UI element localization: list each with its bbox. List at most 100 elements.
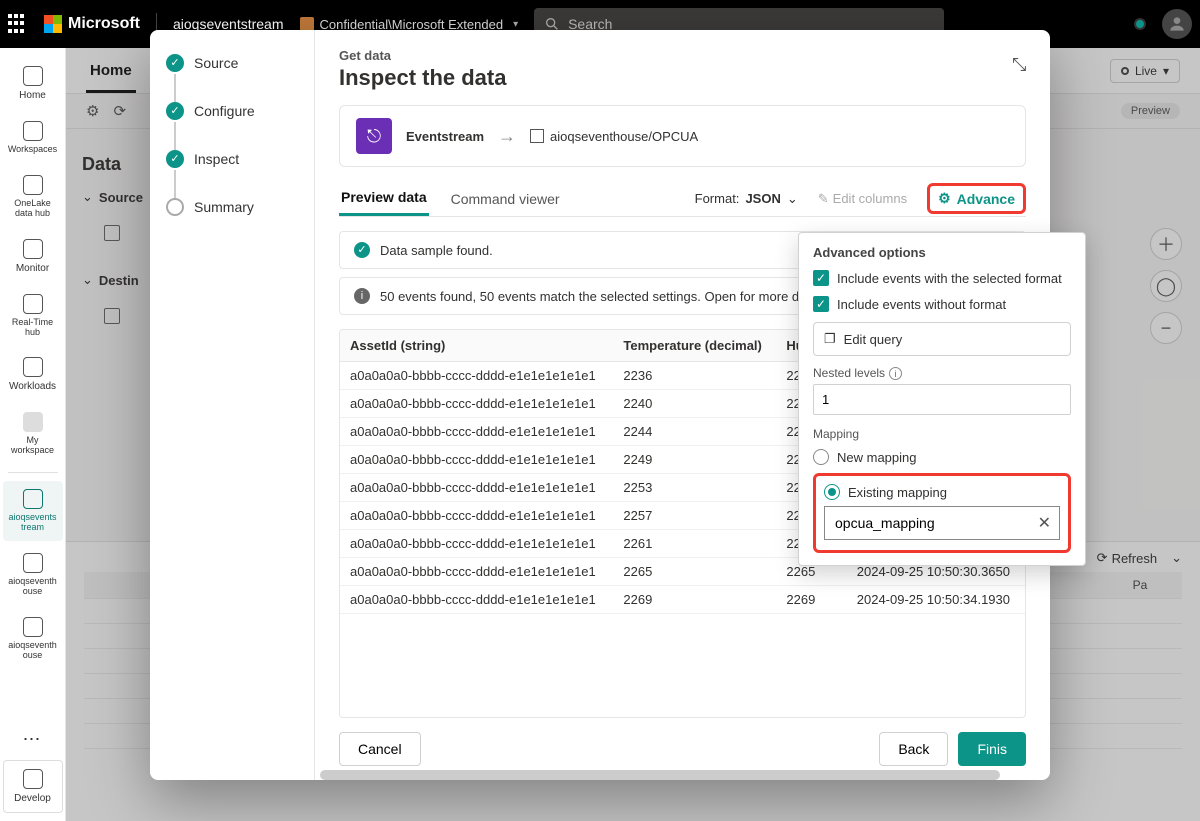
col-asset[interactable]: AssetId (string)	[340, 330, 613, 362]
left-nav: Home Workspaces OneLake data hub Monitor…	[0, 48, 66, 821]
modal-overtitle: Get data	[339, 48, 1026, 63]
nav-eventhouse-1[interactable]: aioqseventh ouse	[3, 545, 63, 605]
nav-develop[interactable]: Develop	[3, 760, 63, 813]
col-temp[interactable]: Temperature (decimal)	[613, 330, 776, 362]
step-summary[interactable]: Summary	[166, 198, 298, 216]
nav-monitor[interactable]: Monitor	[3, 231, 63, 282]
info-icon: i	[354, 288, 370, 304]
cell-hum: 2269	[776, 586, 846, 614]
check-icon	[166, 102, 184, 120]
cell-temp: 2240	[613, 390, 776, 418]
info-icon[interactable]: i	[889, 367, 902, 380]
cell-temp: 2269	[613, 586, 776, 614]
checkbox-checked-icon: ✓	[813, 270, 829, 286]
workloads-icon	[23, 357, 43, 377]
nested-levels-label: Nested levels i	[813, 366, 1071, 380]
opt-include-noformat[interactable]: ✓ Include events without format	[813, 296, 1071, 312]
brand: Microsoft	[44, 15, 140, 33]
existing-mapping-group: Existing mapping ✕	[813, 473, 1071, 553]
nav-home[interactable]: Home	[3, 58, 63, 109]
workspaces-icon	[23, 121, 43, 141]
presence-indicator	[1134, 18, 1146, 30]
cell-temp: 2236	[613, 362, 776, 390]
chevron-down-icon: ⌄	[787, 191, 798, 207]
tab-command-viewer[interactable]: Command viewer	[449, 183, 562, 215]
nav-myworkspace[interactable]: My workspace	[3, 404, 63, 464]
step-inspect[interactable]: Inspect	[166, 150, 298, 168]
edit-query-button[interactable]: ❐ Edit query	[813, 322, 1071, 356]
edit-columns-button: ✎ Edit columns	[818, 191, 907, 207]
source-name: Eventstream	[406, 129, 484, 144]
eventhouse-icon	[23, 553, 43, 573]
wrench-icon	[23, 769, 43, 789]
eventstream-icon	[23, 489, 43, 509]
db-icon	[23, 617, 43, 637]
back-button[interactable]: Back	[879, 732, 948, 766]
nav-more[interactable]: ⋯	[17, 723, 49, 756]
cell-temp: 2265	[613, 558, 776, 586]
shield-icon	[300, 17, 314, 31]
popover-title: Advanced options	[813, 245, 1071, 260]
app-launcher-icon[interactable]	[8, 14, 28, 34]
success-icon: ✓	[354, 242, 370, 258]
tab-preview-data[interactable]: Preview data	[339, 181, 429, 216]
radio-new-mapping[interactable]: New mapping	[813, 449, 1071, 465]
mapping-label: Mapping	[813, 427, 1071, 441]
cell-ts: 2024-09-25 10:50:34.1930	[847, 586, 1025, 614]
nav-item-active[interactable]: aioqsevents tream	[3, 481, 63, 541]
cell-asset: a0a0a0a0-bbbb-cccc-dddd-e1e1e1e1e1e1	[340, 390, 613, 418]
pencil-icon: ✎	[818, 191, 829, 207]
step-configure[interactable]: Configure	[166, 102, 298, 120]
nav-eventhouse-2[interactable]: aioqseventh ouse	[3, 609, 63, 669]
person-icon	[23, 412, 43, 432]
home-icon	[23, 66, 43, 86]
table-row[interactable]: a0a0a0a0-bbbb-cccc-dddd-e1e1e1e1e1e12269…	[340, 586, 1025, 614]
check-icon	[166, 150, 184, 168]
checkbox-checked-icon: ✓	[813, 296, 829, 312]
sample-found-text: Data sample found.	[380, 243, 493, 258]
cell-asset: a0a0a0a0-bbbb-cccc-dddd-e1e1e1e1e1e1	[340, 418, 613, 446]
mapping-name-input-wrapper: ✕	[824, 506, 1060, 540]
circle-icon	[166, 198, 184, 216]
table-icon	[530, 129, 544, 143]
onelake-icon	[23, 175, 43, 195]
nav-onelake[interactable]: OneLake data hub	[3, 167, 63, 227]
format-value: JSON	[745, 191, 780, 206]
dest-name: aioqseventhouse/OPCUA	[550, 129, 698, 144]
cell-temp: 2261	[613, 530, 776, 558]
format-selector[interactable]: Format: JSON ⌄	[695, 191, 798, 207]
cell-temp: 2244	[613, 418, 776, 446]
modal-title: Inspect the data	[339, 65, 1026, 91]
advanced-button[interactable]: ⚙ Advance	[927, 183, 1026, 214]
step-source[interactable]: Source	[166, 54, 298, 72]
opt-include-selected[interactable]: ✓ Include events with the selected forma…	[813, 270, 1071, 286]
cell-asset: a0a0a0a0-bbbb-cccc-dddd-e1e1e1e1e1e1	[340, 362, 613, 390]
arrow-right-icon: →	[498, 126, 516, 147]
code-icon: ❐	[824, 331, 836, 347]
nav-workloads[interactable]: Workloads	[3, 349, 63, 400]
finish-button[interactable]: Finis	[958, 732, 1026, 766]
eventstream-icon: ⎋	[356, 118, 392, 154]
cell-asset: a0a0a0a0-bbbb-cccc-dddd-e1e1e1e1e1e1	[340, 586, 613, 614]
check-icon	[166, 54, 184, 72]
horizontal-scrollbar[interactable]	[320, 770, 1000, 780]
cancel-button[interactable]: Cancel	[339, 732, 421, 766]
cell-asset: a0a0a0a0-bbbb-cccc-dddd-e1e1e1e1e1e1	[340, 502, 613, 530]
nav-workspaces[interactable]: Workspaces	[3, 113, 63, 163]
mapping-name-input[interactable]	[833, 514, 1038, 532]
wizard-steps: Source Configure Inspect Summary	[150, 30, 315, 780]
cell-asset: a0a0a0a0-bbbb-cccc-dddd-e1e1e1e1e1e1	[340, 530, 613, 558]
radio-checked-icon	[824, 484, 840, 500]
cell-temp: 2257	[613, 502, 776, 530]
cell-asset: a0a0a0a0-bbbb-cccc-dddd-e1e1e1e1e1e1	[340, 446, 613, 474]
source-card: ⎋ Eventstream → aioqseventhouse/OPCUA	[339, 105, 1026, 167]
clear-icon[interactable]: ✕	[1038, 513, 1051, 533]
radio-existing-mapping[interactable]: Existing mapping	[824, 484, 1060, 500]
user-avatar[interactable]	[1162, 9, 1192, 39]
expand-icon[interactable]: ⤢	[1008, 57, 1029, 71]
cell-temp: 2253	[613, 474, 776, 502]
nav-realtime[interactable]: Real-Time hub	[3, 286, 63, 346]
microsoft-logo-icon	[44, 15, 62, 33]
cell-temp: 2249	[613, 446, 776, 474]
nested-levels-input[interactable]	[813, 384, 1071, 415]
